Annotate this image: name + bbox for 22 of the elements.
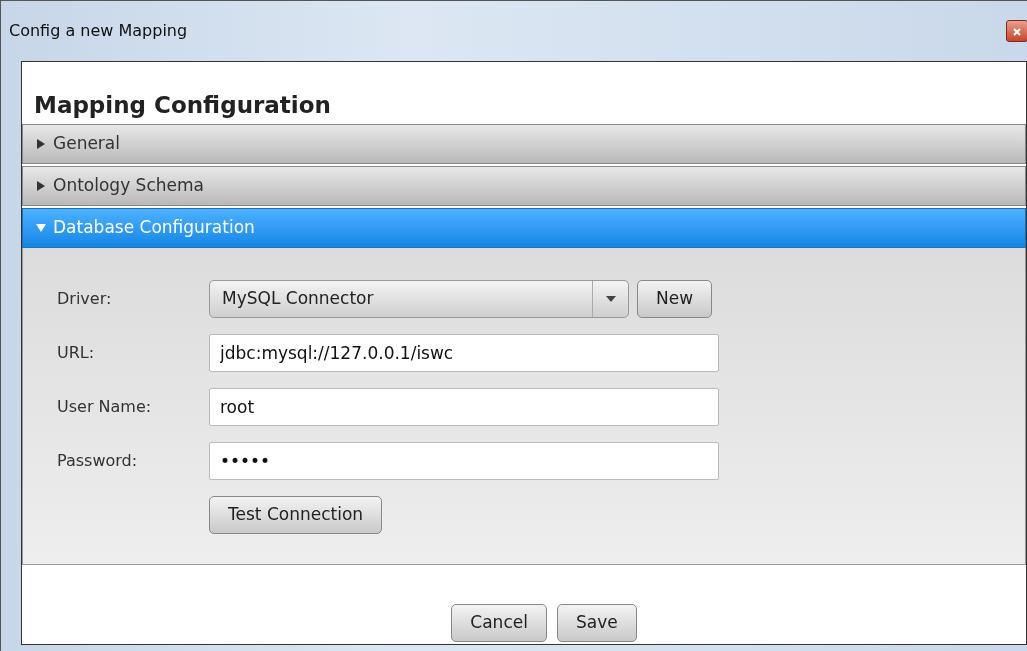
dialog-button[interactable]: Save bbox=[556, 604, 637, 642]
field-label: Password: bbox=[57, 449, 139, 472]
dialog-button[interactable]: Cancel bbox=[451, 604, 547, 642]
triangle-icon bbox=[36, 180, 46, 191]
accordion-header[interactable]: General bbox=[22, 123, 1026, 164]
input-field[interactable]: root bbox=[209, 387, 719, 426]
dialog-heading: Mapping Configuration bbox=[33, 91, 332, 120]
field-label: Driver: bbox=[57, 287, 113, 310]
new-button[interactable]: New bbox=[637, 279, 713, 318]
input-field[interactable]: ••••• bbox=[209, 441, 719, 480]
field-label: User Name: bbox=[57, 395, 153, 418]
accordion-header[interactable]: Ontology Schema bbox=[22, 165, 1026, 206]
triangle-icon bbox=[36, 138, 46, 149]
caret-icon bbox=[605, 295, 616, 302]
test-connection-button[interactable]: Test Connection bbox=[209, 495, 383, 534]
field-label: URL: bbox=[57, 341, 96, 364]
close-button[interactable] bbox=[1006, 20, 1027, 42]
window-title: Config a new Mapping bbox=[9, 20, 188, 42]
driver-dropdown[interactable]: MySQL Connector bbox=[209, 279, 629, 318]
triangle-icon bbox=[36, 222, 46, 233]
close-icon bbox=[1013, 27, 1021, 36]
input-field[interactable]: jdbc:mysql://127.0.0.1/iswc bbox=[209, 333, 719, 372]
